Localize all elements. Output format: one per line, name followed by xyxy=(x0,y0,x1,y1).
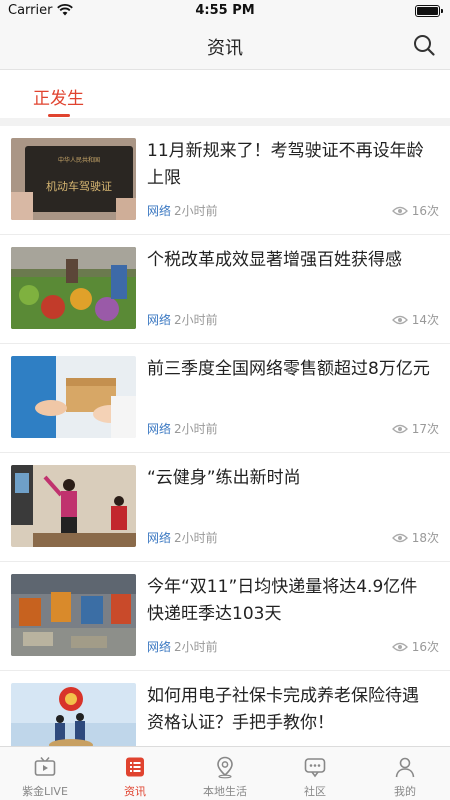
view-count: 16次 xyxy=(391,638,439,655)
nav-bar: 资讯 xyxy=(0,22,450,70)
news-item[interactable]: “云健身”练出新时尚 网络 2小时前 18次 xyxy=(0,453,450,562)
view-count: 16次 xyxy=(391,202,439,219)
news-thumbnail xyxy=(11,356,136,438)
news-thumbnail xyxy=(11,247,136,329)
license-header-text: 中华人民共和国 xyxy=(58,156,100,164)
news-source: 网络 xyxy=(147,313,172,327)
news-item[interactable]: 个税改革成效显著增强百姓获得感 网络 2小时前 14次 xyxy=(0,235,450,344)
news-list: 中华人民共和国 机动车驾驶证 11月新规来了！考驾驶证不再设年龄上限 网络 2小时… xyxy=(0,126,450,746)
bottom-tab-mine[interactable]: 我的 xyxy=(360,747,450,800)
bottom-tab-local-life[interactable]: 本地生活 xyxy=(180,747,270,800)
news-item[interactable]: 今年“双11”日均快递量将达4.9亿件 快递旺季达103天 网络 2小时前 16次 xyxy=(0,562,450,671)
news-title: 今年“双11”日均快递量将达4.9亿件 快递旺季达103天 xyxy=(147,577,418,624)
bottom-tab-label: 我的 xyxy=(394,785,416,798)
news-time: 2小时前 xyxy=(174,313,218,327)
news-source: 网络 xyxy=(147,204,172,218)
search-icon[interactable] xyxy=(412,33,436,57)
battery-icon xyxy=(415,5,443,17)
news-item[interactable]: 前三季度全国网络零售额超过8万亿元 网络 2小时前 17次 xyxy=(0,344,450,453)
news-source: 网络 xyxy=(147,531,172,545)
view-count-text: 14次 xyxy=(411,313,439,327)
license-title-text: 机动车驾驶证 xyxy=(46,179,112,193)
news-title: “云健身”练出新时尚 xyxy=(147,468,301,488)
eye-icon xyxy=(391,642,408,651)
chat-bubble-icon xyxy=(304,758,326,778)
news-meta: 网络 2小时前 xyxy=(147,420,218,437)
view-count-text: 16次 xyxy=(411,640,439,654)
bottom-tab-label: 资讯 xyxy=(124,785,146,798)
news-title: 如何用电子社保卡完成养老保险待遇资格认证？手把手教你！ xyxy=(147,686,419,733)
news-source: 网络 xyxy=(147,640,172,654)
bottom-tab-live[interactable]: 紫金LIVE xyxy=(0,747,90,800)
tab-zhengfasheng[interactable]: 正发生 xyxy=(33,84,84,109)
news-thumbnail xyxy=(11,465,136,547)
news-thumbnail: 中华人民共和国 机动车驾驶证 xyxy=(11,138,136,220)
news-thumbnail xyxy=(11,683,136,746)
tv-icon xyxy=(34,757,56,776)
eye-icon xyxy=(391,315,408,324)
bottom-tab-label: 本地生活 xyxy=(203,785,247,798)
news-title: 前三季度全国网络零售额超过8万亿元 xyxy=(147,359,430,379)
bottom-tab-label: 社区 xyxy=(304,785,326,798)
view-count-text: 17次 xyxy=(411,422,439,436)
news-item[interactable]: 中华人民共和国 机动车驾驶证 11月新规来了！考驾驶证不再设年龄上限 网络 2小时… xyxy=(0,126,450,235)
news-meta: 网络 2小时前 xyxy=(147,529,218,546)
eye-icon xyxy=(391,424,408,433)
news-time: 2小时前 xyxy=(174,422,218,436)
page-title: 资讯 xyxy=(207,38,243,59)
bottom-tab-news[interactable]: 资讯 xyxy=(90,747,180,800)
view-count: 18次 xyxy=(391,529,439,546)
view-count-text: 16次 xyxy=(411,204,439,218)
news-item[interactable]: 如何用电子社保卡完成养老保险待遇资格认证？手把手教你！ xyxy=(0,671,450,746)
bottom-tab-label: 紫金LIVE xyxy=(22,785,68,798)
section-divider xyxy=(0,118,450,126)
view-count: 17次 xyxy=(391,420,439,437)
news-meta: 网络 2小时前 xyxy=(147,311,218,328)
status-time: 4:55 PM xyxy=(195,3,255,18)
bottom-tab-community[interactable]: 社区 xyxy=(270,747,360,800)
location-pin-icon xyxy=(217,756,233,779)
news-time: 2小时前 xyxy=(174,204,218,218)
view-count-text: 18次 xyxy=(411,531,439,545)
eye-icon xyxy=(391,206,408,215)
news-title: 个税改革成效显著增强百姓获得感 xyxy=(147,250,402,270)
news-meta: 网络 2小时前 xyxy=(147,202,218,219)
eye-icon xyxy=(391,533,408,542)
news-source: 网络 xyxy=(147,422,172,436)
tab-active-indicator xyxy=(48,114,70,117)
category-tab-bar: 正发生 xyxy=(0,70,450,118)
bottom-tab-bar: 紫金LIVE 资讯 本地生活 社区 我的 xyxy=(0,746,450,800)
news-title: 11月新规来了！考驾驶证不再设年龄上限 xyxy=(147,141,424,188)
view-count: 14次 xyxy=(391,311,439,328)
news-meta: 网络 2小时前 xyxy=(147,638,218,655)
news-list-icon xyxy=(126,757,144,777)
status-bar: Carrier 4:55 PM xyxy=(0,0,450,22)
news-time: 2小时前 xyxy=(174,531,218,545)
news-time: 2小时前 xyxy=(174,640,218,654)
news-thumbnail xyxy=(11,574,136,656)
person-icon xyxy=(395,757,415,778)
